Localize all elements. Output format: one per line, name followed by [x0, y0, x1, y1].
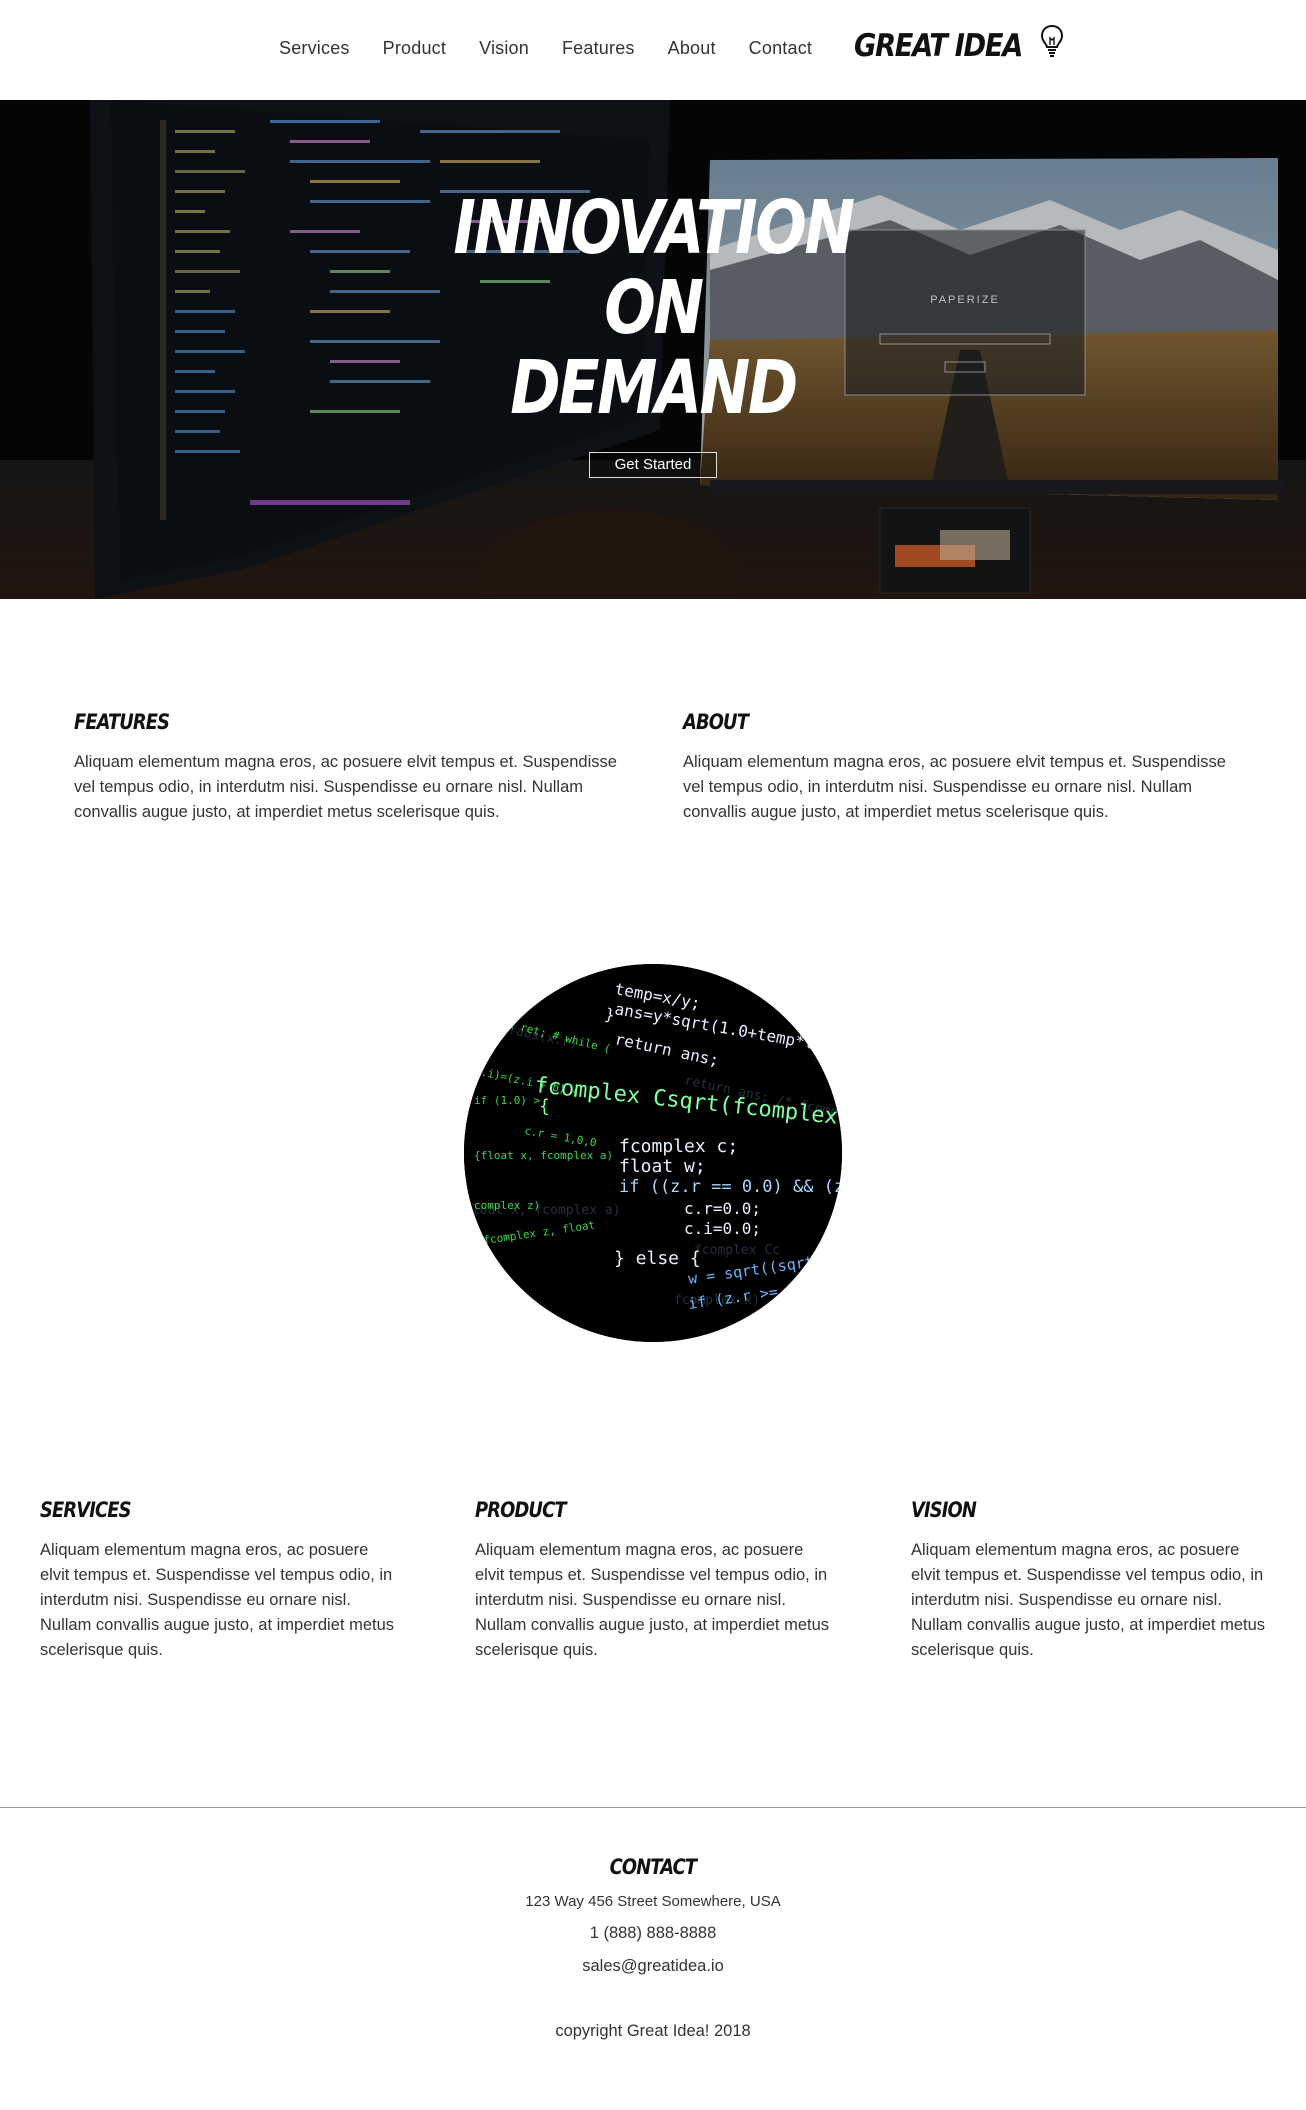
vision-section: VISION Aliquam elementum magna eros, ac … [911, 1498, 1266, 1663]
logo[interactable]: GREAT IDEA [854, 24, 1065, 64]
code-line-10: c.r=0.0; [684, 1199, 761, 1218]
code-line-8: float w; [619, 1156, 706, 1177]
features-section: FEATURES Aliquam elementum magna eros, a… [74, 710, 619, 825]
copyright-text: copyright Great Idea! 2018 [555, 2022, 751, 2040]
code-line-6: { [539, 1096, 550, 1117]
nav-link-contact[interactable]: Contact [749, 38, 812, 59]
code-line-9: if ((z.r == 0.0) && (z.i == 0.0)) { [619, 1177, 842, 1197]
hero-headline-line-3: DEMAND [510, 345, 798, 431]
services-section: SERVICES Aliquam elementum magna eros, a… [40, 1498, 395, 1663]
code-line-12: } else { [614, 1248, 701, 1269]
hero-headline: INNOVATION ON DEMAND [0, 188, 1306, 428]
contact-heading: CONTACT [609, 1855, 697, 1879]
nav-link-product[interactable]: Product [383, 38, 446, 59]
get-started-button[interactable]: Get Started [589, 452, 717, 478]
product-section: PRODUCT Aliquam elementum magna eros, ac… [475, 1498, 830, 1663]
product-heading: PRODUCT [475, 1498, 566, 1522]
nav-links: Services Product Vision Features About C… [279, 38, 845, 59]
about-text: Aliquam elementum magna eros, ac posuere… [683, 753, 1226, 821]
nav-link-vision[interactable]: Vision [479, 38, 529, 59]
logo-text: GREAT IDEA [854, 27, 1023, 64]
services-heading: SERVICES [40, 1498, 131, 1522]
code-line-11: c.i=0.0; [684, 1219, 761, 1238]
svg-text:{float x, fcomplex a): {float x, fcomplex a) [474, 1149, 613, 1162]
footer-contact: CONTACT 123 Way 456 Street Somewhere, US… [0, 1855, 1306, 2041]
nav-link-services[interactable]: Services [279, 38, 350, 59]
features-text: Aliquam elementum magna eros, ac posuere… [74, 753, 617, 821]
about-heading: ABOUT [683, 710, 749, 734]
nav-link-about[interactable]: About [668, 38, 716, 59]
contact-address: 123 Way 456 Street Somewhere, USA [525, 1893, 781, 1910]
contact-phone[interactable]: 1 (888) 888-8888 [0, 1924, 1306, 1943]
vision-text: Aliquam elementum magna eros, ac posuere… [911, 1541, 1266, 1659]
contact-email[interactable]: sales@greatidea.io [0, 1957, 1306, 1976]
top-navbar: Services Product Vision Features About C… [0, 0, 1306, 100]
hero-headline-line-2: ON [604, 265, 704, 351]
services-text: Aliquam elementum magna eros, ac posuere… [40, 1541, 395, 1659]
product-text: Aliquam elementum magna eros, ac posuere… [475, 1541, 830, 1659]
hero-headline-line-1: INNOVATION [453, 185, 855, 271]
svg-text:complex z): complex z) [474, 1199, 540, 1212]
code-line-7: fcomplex c; [619, 1136, 738, 1157]
hero-section: PAPERIZE INNOVATION ON DEMAND Get Starte… [0, 100, 1306, 599]
footer-divider [0, 1807, 1306, 1808]
lightbulb-icon [1039, 23, 1065, 64]
features-heading: FEATURES [74, 710, 170, 734]
svg-text:fcomplex Cc: fcomplex Cc [694, 1243, 780, 1258]
code-circle-image: x,i) > fabs(x.r) return ans; /* fcomplex… [464, 964, 842, 1342]
nav-link-features[interactable]: Features [562, 38, 635, 59]
vision-heading: VISION [911, 1498, 977, 1522]
svg-text:if (1.0) >: if (1.0) > [474, 1094, 541, 1107]
about-section: ABOUT Aliquam elementum magna eros, ac p… [683, 710, 1228, 825]
